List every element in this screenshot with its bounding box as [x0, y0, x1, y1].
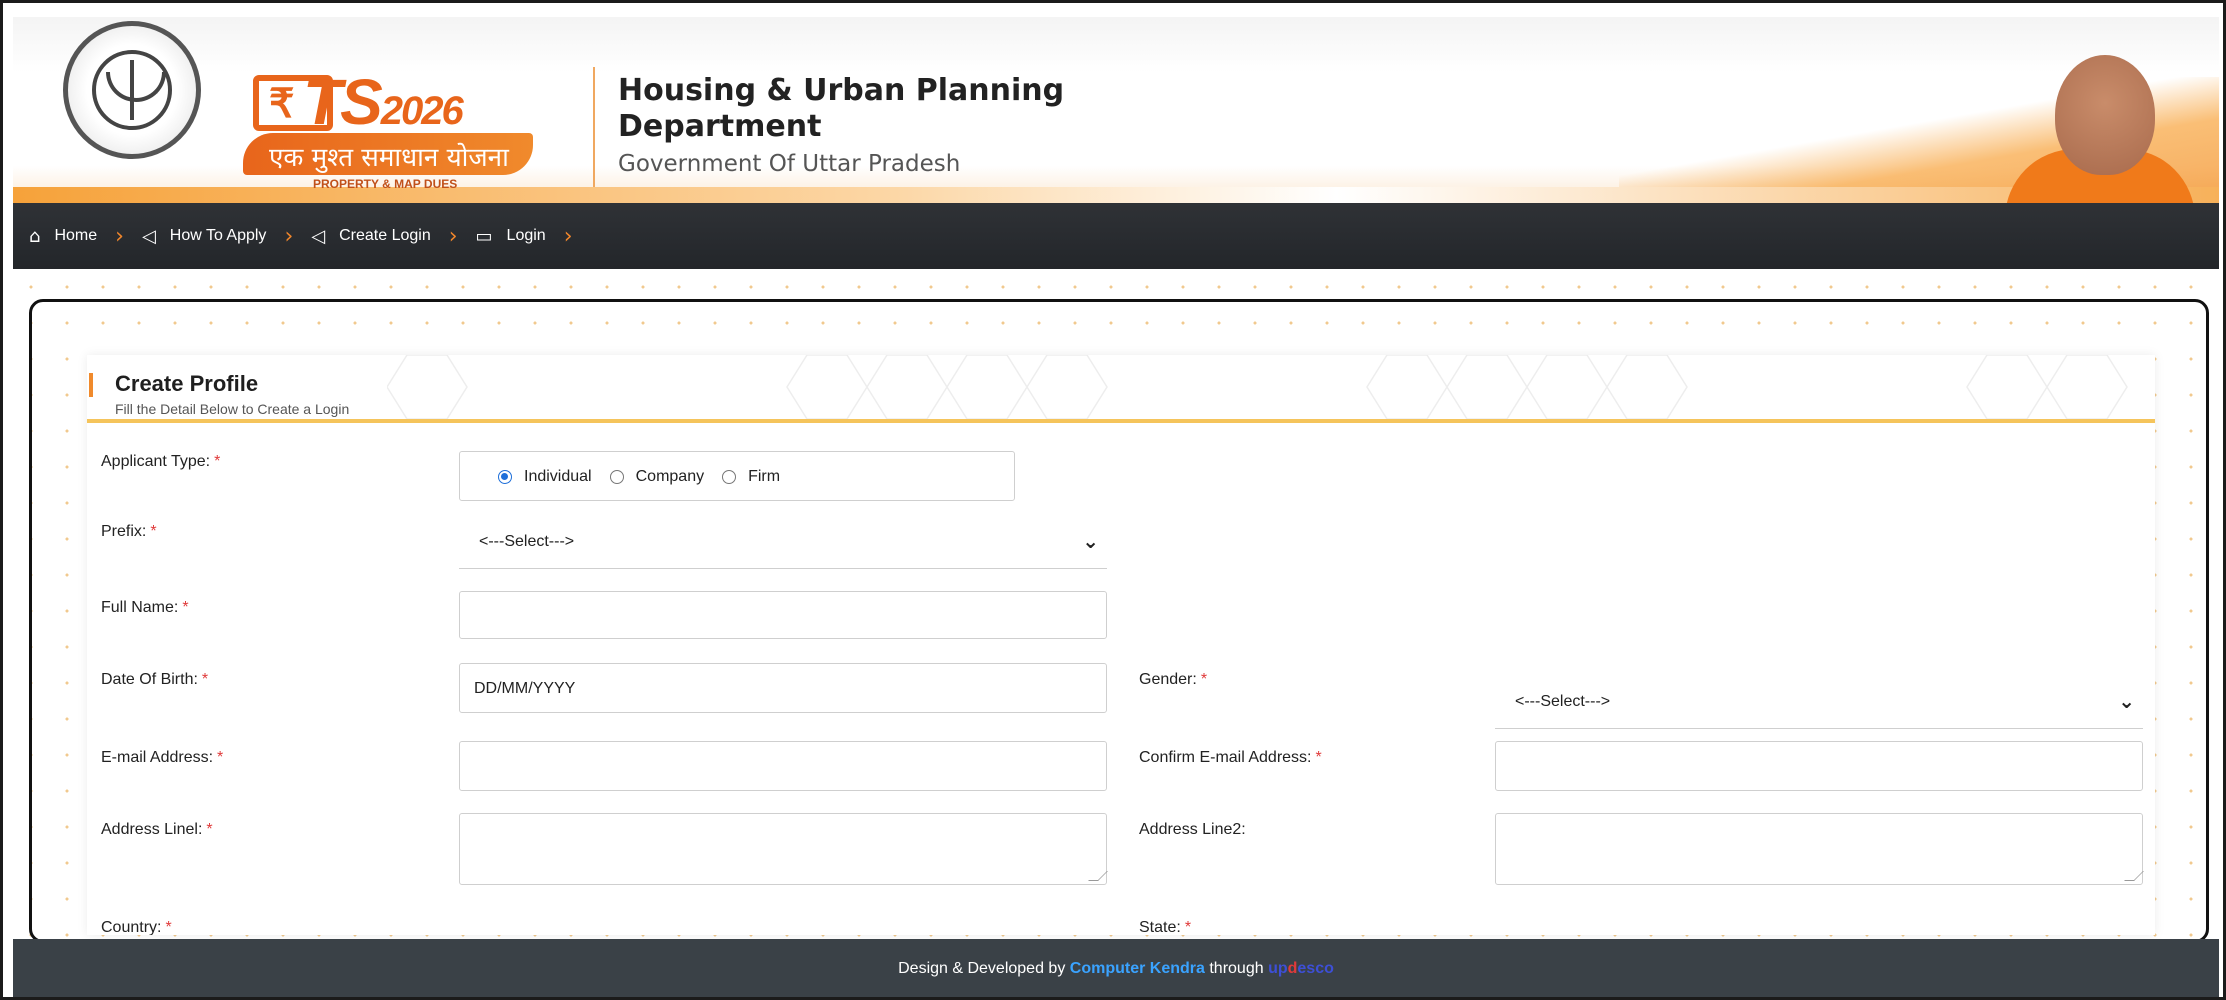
- site-footer: Design & Developed by Computer Kendra th…: [13, 939, 2219, 997]
- radio-individual[interactable]: [498, 470, 512, 484]
- gender-select[interactable]: <---Select---> ⌄: [1495, 679, 2143, 729]
- gender-label: Gender: *: [1139, 671, 1208, 688]
- radio-company[interactable]: [609, 470, 624, 484]
- resize-handle-icon[interactable]: [2124, 871, 2144, 881]
- confirm-email-input[interactable]: [1495, 741, 2143, 791]
- department-subtitle: Government Of Uttar Pradesh: [618, 151, 961, 177]
- title-accent-bar: [89, 373, 93, 397]
- radio-firm[interactable]: [722, 470, 737, 484]
- address-line1-textarea[interactable]: [459, 813, 1108, 885]
- radio-individual-label[interactable]: Individual: [524, 468, 592, 486]
- footer-credit-text: Design & Developed by: [898, 960, 1066, 977]
- nav-item-home[interactable]: ⌂ Home ›: [29, 224, 124, 249]
- address-line1-label: Address Linel: *: [101, 821, 213, 838]
- address-line2-label: Address Line2:: [1139, 821, 1246, 838]
- full-name-label: Full Name: *: [101, 599, 189, 616]
- chief-minister-portrait: [1995, 39, 2195, 203]
- resize-handle-icon[interactable]: [1088, 871, 1108, 881]
- page: ₹ TS2026 एक मुश्त समाधान योजना PROPERTY …: [0, 0, 2226, 1000]
- country-label: Country: *: [101, 919, 172, 935]
- nav-item-login[interactable]: ▭ Login ›: [476, 224, 573, 249]
- main-nav: ⌂ Home › ◁ How To Apply › ◁ Create Login…: [13, 203, 2219, 269]
- footer-partner-link[interactable]: updesco: [1268, 960, 1334, 977]
- chevron-right-icon: ›: [563, 223, 573, 249]
- radio-firm-label[interactable]: Firm: [748, 468, 780, 486]
- megaphone-icon: ◁: [311, 225, 326, 247]
- applicant-type-label: Applicant Type: *: [101, 453, 221, 470]
- site-header: ₹ TS2026 एक मुश्त समाधान योजना PROPERTY …: [13, 17, 2219, 203]
- address-line2-textarea[interactable]: [1495, 813, 2144, 885]
- footer-through-text: through: [1209, 960, 1264, 977]
- full-name-input[interactable]: [459, 591, 1107, 639]
- card-header: Create Profile Fill the Detail Below to …: [87, 355, 2155, 423]
- home-icon: ⌂: [29, 225, 41, 247]
- create-profile-card: Create Profile Fill the Detail Below to …: [87, 355, 2155, 935]
- radio-company-label[interactable]: Company: [636, 468, 704, 486]
- megaphone-icon: ◁: [141, 225, 156, 247]
- email-input[interactable]: [459, 741, 1107, 791]
- applicant-type-group: Individual Company Firm: [459, 451, 1015, 501]
- hexagon-pattern: [387, 355, 2128, 419]
- header-divider: [593, 67, 595, 187]
- chevron-right-icon: ›: [284, 223, 294, 249]
- email-label: E-mail Address: *: [101, 749, 224, 766]
- id-card-icon: ▭: [475, 225, 493, 247]
- dob-label: Date Of Birth: *: [101, 671, 209, 688]
- chevron-right-icon: ›: [115, 223, 124, 249]
- prefix-label: Prefix: *: [101, 523, 157, 540]
- dob-input[interactable]: DD/MM/YYYY: [459, 663, 1107, 713]
- logo-tagline: एक मुश्त समाधान योजना: [269, 143, 509, 173]
- state-label: State: *: [1139, 919, 1192, 935]
- card-title: Create Profile: [115, 371, 259, 396]
- department-title: Housing & Urban Planning Department: [618, 73, 1065, 144]
- chevron-down-icon: ⌄: [2118, 689, 2135, 713]
- ots-logo[interactable]: ₹ TS2026 एक मुश्त समाधान योजना PROPERTY …: [243, 65, 543, 199]
- logo-ts-text: TS2026: [303, 66, 464, 138]
- chevron-down-icon: ⌄: [1082, 529, 1099, 553]
- nav-item-create-login[interactable]: ◁ Create Login ›: [311, 224, 457, 249]
- prefix-select[interactable]: <---Select---> ⌄: [459, 519, 1107, 569]
- logo-subtitle: PROPERTY & MAP DUES: [313, 177, 458, 191]
- state-emblem-logo: [63, 21, 201, 159]
- card-subtitle: Fill the Detail Below to Create a Login: [115, 401, 350, 417]
- chevron-right-icon: ›: [448, 223, 458, 249]
- confirm-email-label: Confirm E-mail Address: *: [1139, 749, 1322, 766]
- footer-developer-link[interactable]: Computer Kendra: [1070, 960, 1205, 977]
- logo-banner: एक मुश्त समाधान योजना: [243, 133, 533, 175]
- main-content: Create Profile Fill the Detail Below to …: [13, 269, 2219, 943]
- emblem-icon: [92, 50, 172, 130]
- nav-item-how-to-apply[interactable]: ◁ How To Apply ›: [142, 224, 293, 249]
